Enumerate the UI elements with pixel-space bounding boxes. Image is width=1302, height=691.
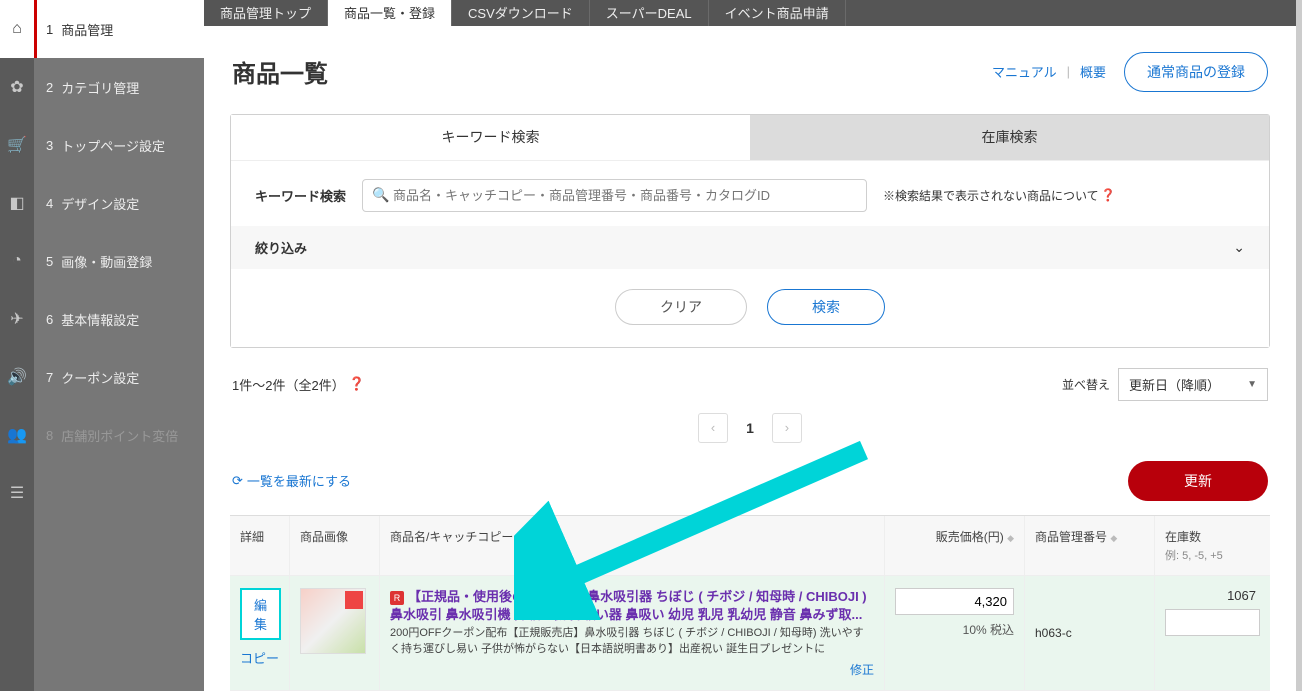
edit-button[interactable]: 編集 [240, 588, 281, 640]
product-name-link-2[interactable]: 鼻水吸引 鼻水吸引機 鼻吸い機 鼻吸い器 鼻吸い 幼児 乳児 乳幼児 静音 鼻み… [390, 606, 874, 624]
filter-label: 絞り込み [255, 238, 307, 257]
side-menu: 1商品管理 2カテゴリ管理 3トップページ設定 4デザイン設定 5画像・動画登録… [34, 0, 204, 691]
keyword-input[interactable] [362, 179, 867, 212]
fix-link[interactable]: 修正 [850, 661, 874, 678]
tab-super-deal[interactable]: スーパーDEAL [590, 0, 709, 26]
users-icon[interactable]: 👥 [0, 406, 34, 464]
page-header: 商品一覧 マニュアル | 概要 通常商品の登録 [204, 26, 1296, 114]
send-icon[interactable]: ✈ [0, 290, 34, 348]
sidebar-item-toppage[interactable]: 3トップページ設定 [34, 116, 204, 174]
sidebar-item-category[interactable]: 2カテゴリ管理 [34, 58, 204, 116]
page-prev-button[interactable]: ‹ [698, 413, 728, 443]
manual-link[interactable]: マニュアル [992, 62, 1057, 81]
filter-toggle-icon[interactable]: ⌄ [1233, 239, 1245, 256]
sort-select[interactable]: 更新日（降順） ▼ [1118, 368, 1268, 401]
product-table: 詳細 商品画像 商品名/キャッチコピー 販売価格(円) ◆ 商品管理番号 ◆ 在… [230, 515, 1270, 691]
product-thumbnail[interactable] [300, 588, 366, 654]
sidebar-item-points: 8店舗別ポイント変倍 [34, 406, 204, 464]
tab-product-list[interactable]: 商品一覧・登録 [328, 0, 452, 26]
gear-icon[interactable]: ✿ [0, 58, 34, 116]
keyword-label: キーワード検索 [255, 186, 346, 205]
question-icon[interactable]: ❓ [349, 376, 365, 392]
th-mng-no[interactable]: 商品管理番号 ◆ [1025, 516, 1155, 576]
main-content: 商品管理トップ 商品一覧・登録 CSVダウンロード スーパーDEAL イベント商… [204, 0, 1302, 691]
sort-icon: ◆ [1110, 533, 1117, 543]
sidebar-item-design[interactable]: 4デザイン設定 [34, 174, 204, 232]
th-image: 商品画像 [290, 516, 380, 576]
th-detail: 詳細 [230, 516, 290, 576]
stock-input[interactable] [1165, 609, 1260, 636]
list-icon[interactable]: ☰ [0, 464, 34, 522]
product-name-link[interactable]: 【正規品・使用後の返品OK】 鼻水吸引器 ちぼじ ( チボジ / 知母時 / C… [408, 589, 867, 604]
th-stock: 在庫数 例: 5, -5, +5 [1155, 516, 1270, 576]
page-number: 1 [746, 420, 754, 436]
pager: ‹ 1 › [204, 407, 1296, 461]
sidebar-item-media[interactable]: 5画像・動画登録 [34, 232, 204, 290]
rakuten-icon: R [390, 591, 404, 605]
stock-value: 1067 [1165, 588, 1260, 603]
page-next-button[interactable]: › [772, 413, 802, 443]
search-icon: 🔍 [372, 187, 389, 204]
tab-csv-download[interactable]: CSVダウンロード [452, 0, 590, 26]
chart-icon[interactable]: ◔ [0, 232, 34, 290]
product-catchcopy: 200円OFFクーポン配布【正規販売店】鼻水吸引器 ちぼじ ( チボジ / CH… [390, 626, 874, 657]
th-name: 商品名/キャッチコピー [380, 516, 885, 576]
tab-product-top[interactable]: 商品管理トップ [204, 0, 328, 26]
megaphone-icon[interactable]: 🔊 [0, 348, 34, 406]
copy-link[interactable]: コピー [240, 651, 279, 666]
table-header: 詳細 商品画像 商品名/キャッチコピー 販売価格(円) ◆ 商品管理番号 ◆ 在… [230, 516, 1270, 576]
price-input[interactable] [895, 588, 1014, 615]
sidebar-item-products[interactable]: 1商品管理 [34, 0, 204, 58]
search-panel: キーワード検索 在庫検索 キーワード検索 🔍 ※検索結果で表示されない商品につい… [230, 114, 1270, 348]
table-row: 編集 コピー R 【正規品・使用後の返品OK】 鼻水吸引器 ちぼじ ( チボジ /… [230, 576, 1270, 691]
refresh-link[interactable]: ⟳ 一覧を最新にする [232, 471, 351, 490]
update-button[interactable]: 更新 [1128, 461, 1268, 501]
window-icon[interactable]: ◧ [0, 174, 34, 232]
th-price[interactable]: 販売価格(円) ◆ [885, 516, 1025, 576]
sort-label: 並べ替え [1062, 376, 1110, 393]
summary-link[interactable]: 概要 [1080, 62, 1106, 81]
clear-button[interactable]: クリア [615, 289, 747, 325]
sidebar-item-coupon[interactable]: 7クーポン設定 [34, 348, 204, 406]
sidebar-item-basic[interactable]: 6基本情報設定 [34, 290, 204, 348]
caret-down-icon: ▼ [1247, 379, 1257, 390]
search-tab-stock[interactable]: 在庫検索 [750, 115, 1269, 160]
cart-icon[interactable]: 🛒 [0, 116, 34, 174]
register-product-button[interactable]: 通常商品の登録 [1124, 52, 1268, 92]
page-title: 商品一覧 [232, 54, 992, 89]
search-notice[interactable]: ※検索結果で表示されない商品について❓ [883, 187, 1116, 204]
header-links: マニュアル | 概要 [992, 62, 1106, 81]
tax-label: 10% 税込 [895, 621, 1014, 638]
search-tab-keyword[interactable]: キーワード検索 [231, 115, 750, 160]
home-icon[interactable]: ⌂ [0, 0, 34, 58]
result-count: 1件～2件（全2件） [232, 375, 345, 394]
question-icon: ❓ [1101, 188, 1116, 202]
topbar: 商品管理トップ 商品一覧・登録 CSVダウンロード スーパーDEAL イベント商… [204, 0, 1296, 26]
tab-event-apply[interactable]: イベント商品申請 [709, 0, 846, 26]
mng-number: h063-c [1025, 576, 1155, 691]
icon-rail: ⌂ ✿ 🛒 ◧ ◔ ✈ 🔊 👥 ☰ [0, 0, 34, 691]
sort-icon: ◆ [1007, 533, 1014, 543]
search-button[interactable]: 検索 [767, 289, 885, 325]
refresh-icon: ⟳ [232, 473, 243, 489]
